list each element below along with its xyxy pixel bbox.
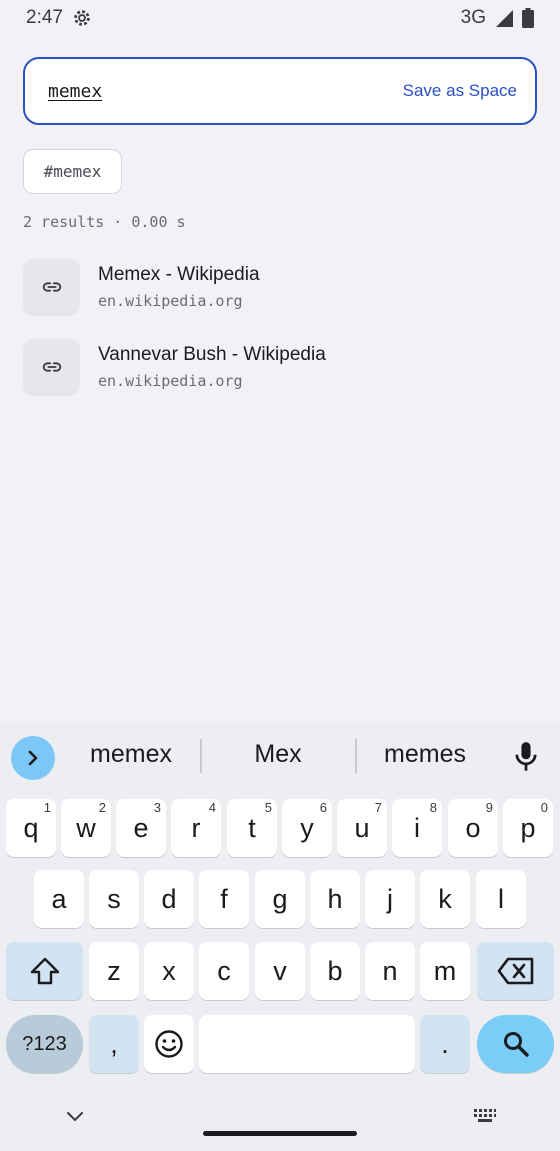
key-hint: 9	[485, 800, 493, 815]
key-hint: 7	[374, 800, 382, 815]
link-icon	[23, 258, 80, 316]
comma-key[interactable]: ,	[89, 1015, 139, 1073]
status-time: 2:47	[26, 7, 63, 28]
result-title[interactable]: Memex - Wikipedia	[98, 264, 260, 286]
key-e[interactable]: e3	[116, 799, 166, 857]
key-x[interactable]: x	[144, 942, 194, 1000]
save-as-space-button[interactable]: Save as Space	[403, 81, 517, 101]
results-count: 2 results · 0.00 s	[23, 213, 186, 231]
key-l[interactable]: l	[476, 870, 526, 928]
expand-toolbar-button[interactable]	[11, 736, 55, 780]
key-hint: 8	[429, 800, 437, 815]
key-label: u	[354, 812, 370, 843]
key-h[interactable]: h	[310, 870, 360, 928]
result-item[interactable]: Memex - Wikipedia en.wikipedia.org	[23, 258, 537, 316]
key-j[interactable]: j	[365, 870, 415, 928]
search-action-key[interactable]	[477, 1015, 554, 1073]
key-hint: 5	[264, 800, 272, 815]
key-label: i	[414, 812, 420, 843]
key-hint: 6	[319, 800, 327, 815]
key-hint: 4	[208, 800, 216, 815]
symbols-key[interactable]: ?123	[6, 1015, 83, 1073]
shift-key[interactable]	[6, 942, 83, 1000]
key-hint: 0	[540, 800, 548, 815]
key-label: w	[76, 812, 96, 843]
key-q[interactable]: q1	[6, 799, 56, 857]
network-type: 3G	[460, 7, 486, 28]
result-domain: en.wikipedia.org	[98, 292, 243, 310]
key-r[interactable]: r4	[171, 799, 221, 857]
key-label: q	[23, 812, 39, 843]
key-v[interactable]: v	[255, 942, 305, 1000]
emoji-icon	[155, 1030, 183, 1058]
key-c[interactable]: c	[199, 942, 249, 1000]
search-query-text[interactable]: memex	[48, 81, 102, 102]
key-a[interactable]: a	[34, 870, 84, 928]
result-title[interactable]: Vannevar Bush - Wikipedia	[98, 344, 326, 366]
tag-chip[interactable]: #memex	[23, 149, 122, 194]
emoji-key[interactable]	[144, 1015, 194, 1073]
space-key[interactable]	[199, 1015, 415, 1073]
key-label: t	[248, 812, 256, 843]
key-label: y	[300, 812, 314, 843]
suggestion-divider	[200, 739, 202, 773]
key-y[interactable]: y6	[282, 799, 332, 857]
result-text: Vannevar Bush - Wikipedia en.wikipedia.o…	[98, 344, 326, 390]
key-u[interactable]: u7	[337, 799, 387, 857]
key-label: o	[465, 812, 481, 843]
keyboard-switcher-icon[interactable]	[473, 1108, 497, 1129]
battery-icon	[522, 8, 534, 28]
key-t[interactable]: t5	[227, 799, 277, 857]
key-label: p	[520, 812, 536, 843]
result-text: Memex - Wikipedia en.wikipedia.org	[98, 264, 260, 310]
key-f[interactable]: f	[199, 870, 249, 928]
key-b[interactable]: b	[310, 942, 360, 1000]
search-icon	[503, 1032, 529, 1057]
key-hint: 1	[43, 800, 51, 815]
key-label: r	[191, 812, 201, 843]
suggestion-bar: memex Mex memes	[0, 722, 560, 792]
home-handle[interactable]	[203, 1131, 357, 1136]
key-o[interactable]: o9	[448, 799, 498, 857]
period-key[interactable]: .	[420, 1015, 470, 1073]
backspace-icon	[497, 957, 533, 985]
chevron-right-icon	[28, 750, 38, 766]
key-m[interactable]: m	[420, 942, 470, 1000]
key-hint: 2	[98, 800, 106, 815]
key-s[interactable]: s	[89, 870, 139, 928]
key-label: e	[133, 812, 149, 843]
backspace-key[interactable]	[477, 942, 554, 1000]
suggestion-1[interactable]: memex	[61, 740, 201, 769]
key-g[interactable]: g	[255, 870, 305, 928]
soft-keyboard: memex Mex memes q1 w2 e3 r4 t5 y6 u7 i8 …	[0, 722, 560, 1151]
key-d[interactable]: d	[144, 870, 194, 928]
link-icon	[23, 338, 80, 396]
hide-keyboard-chevron-icon[interactable]	[66, 1110, 84, 1128]
result-item[interactable]: Vannevar Bush - Wikipedia en.wikipedia.o…	[23, 338, 537, 396]
key-z[interactable]: z	[89, 942, 139, 1000]
key-hint: 3	[153, 800, 161, 815]
key-w[interactable]: w2	[61, 799, 111, 857]
suggestion-2[interactable]: Mex	[208, 740, 348, 769]
key-n[interactable]: n	[365, 942, 415, 1000]
key-k[interactable]: k	[420, 870, 470, 928]
search-input[interactable]: memex Save as Space	[23, 57, 537, 125]
key-i[interactable]: i8	[392, 799, 442, 857]
settings-gear-icon	[71, 7, 93, 29]
shift-icon	[30, 957, 59, 985]
microphone-icon[interactable]	[512, 741, 540, 778]
status-right: 3G	[461, 7, 534, 29]
status-bar: 2:47 3G	[0, 0, 560, 36]
key-p[interactable]: p0	[503, 799, 553, 857]
result-domain: en.wikipedia.org	[98, 372, 243, 390]
suggestion-3[interactable]: memes	[355, 740, 495, 769]
signal-icon	[494, 8, 514, 28]
status-left: 2:47	[26, 7, 93, 29]
navigation-bar	[0, 1090, 560, 1151]
